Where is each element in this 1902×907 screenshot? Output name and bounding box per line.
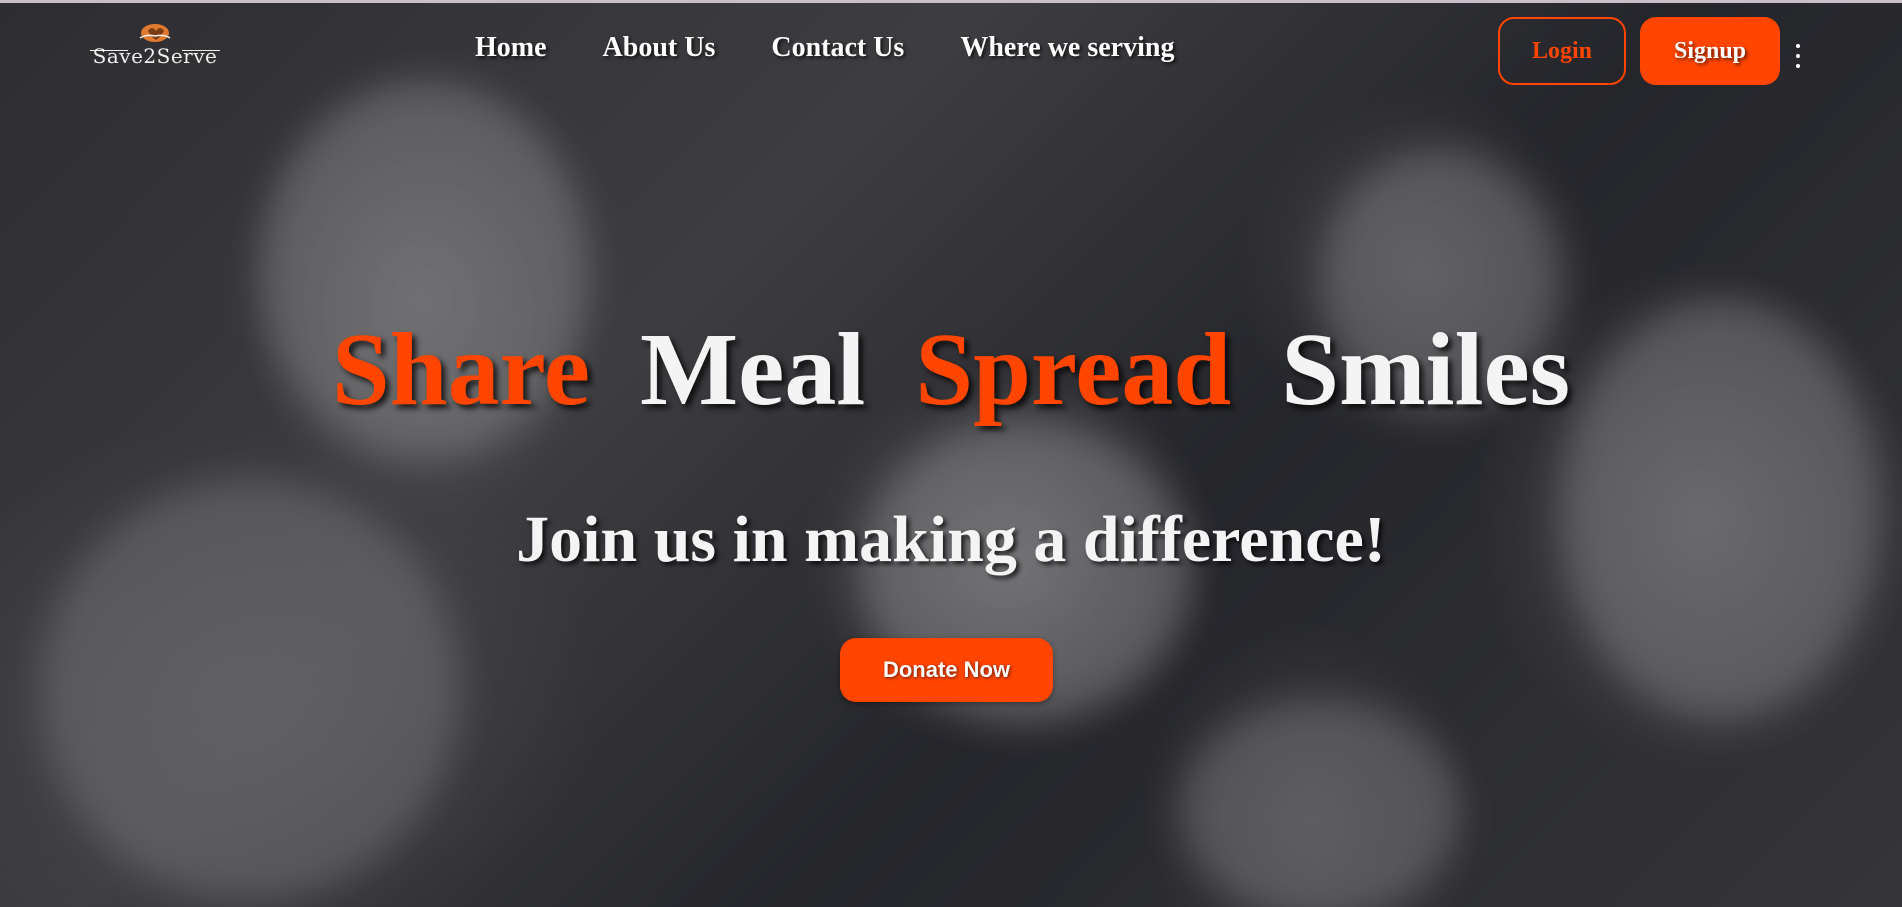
nav-link-home[interactable]: Home bbox=[475, 32, 547, 64]
kebab-dot bbox=[1796, 64, 1800, 68]
hero-subheadline: Join us in making a difference! bbox=[516, 503, 1386, 576]
nav-link-where-we-serving[interactable]: Where we serving bbox=[960, 32, 1174, 64]
nav-link-about-us[interactable]: About Us bbox=[603, 32, 716, 64]
logo-divider-left bbox=[90, 50, 128, 51]
navbar: Save2Serve Home About Us Contact Us Wher… bbox=[0, 0, 1902, 100]
nav-links: Home About Us Contact Us Where we servin… bbox=[475, 32, 1174, 64]
hero-overlay bbox=[0, 0, 1902, 907]
headline-word-meal: Meal bbox=[640, 312, 866, 427]
donate-now-button[interactable]: Donate Now bbox=[840, 638, 1053, 702]
nav-link-contact-us[interactable]: Contact Us bbox=[771, 32, 904, 64]
hero-headline: Share Meal Spread Smiles bbox=[0, 318, 1902, 422]
signup-button[interactable]: Signup bbox=[1640, 17, 1780, 85]
hands-heart-icon bbox=[139, 24, 171, 42]
kebab-dot bbox=[1796, 54, 1800, 58]
brand-logo[interactable]: Save2Serve bbox=[90, 20, 220, 80]
headline-word-smiles: Smiles bbox=[1281, 312, 1571, 427]
logo-divider-right bbox=[182, 50, 220, 51]
kebab-dot bbox=[1796, 44, 1800, 48]
kebab-menu-icon[interactable] bbox=[1788, 44, 1808, 68]
login-button[interactable]: Login bbox=[1498, 17, 1626, 85]
headline-word-share: Share bbox=[331, 312, 591, 427]
headline-word-spread: Spread bbox=[915, 312, 1232, 427]
hero-section: Save2Serve Home About Us Contact Us Wher… bbox=[0, 0, 1902, 907]
brand-name: Save2Serve bbox=[92, 44, 218, 68]
